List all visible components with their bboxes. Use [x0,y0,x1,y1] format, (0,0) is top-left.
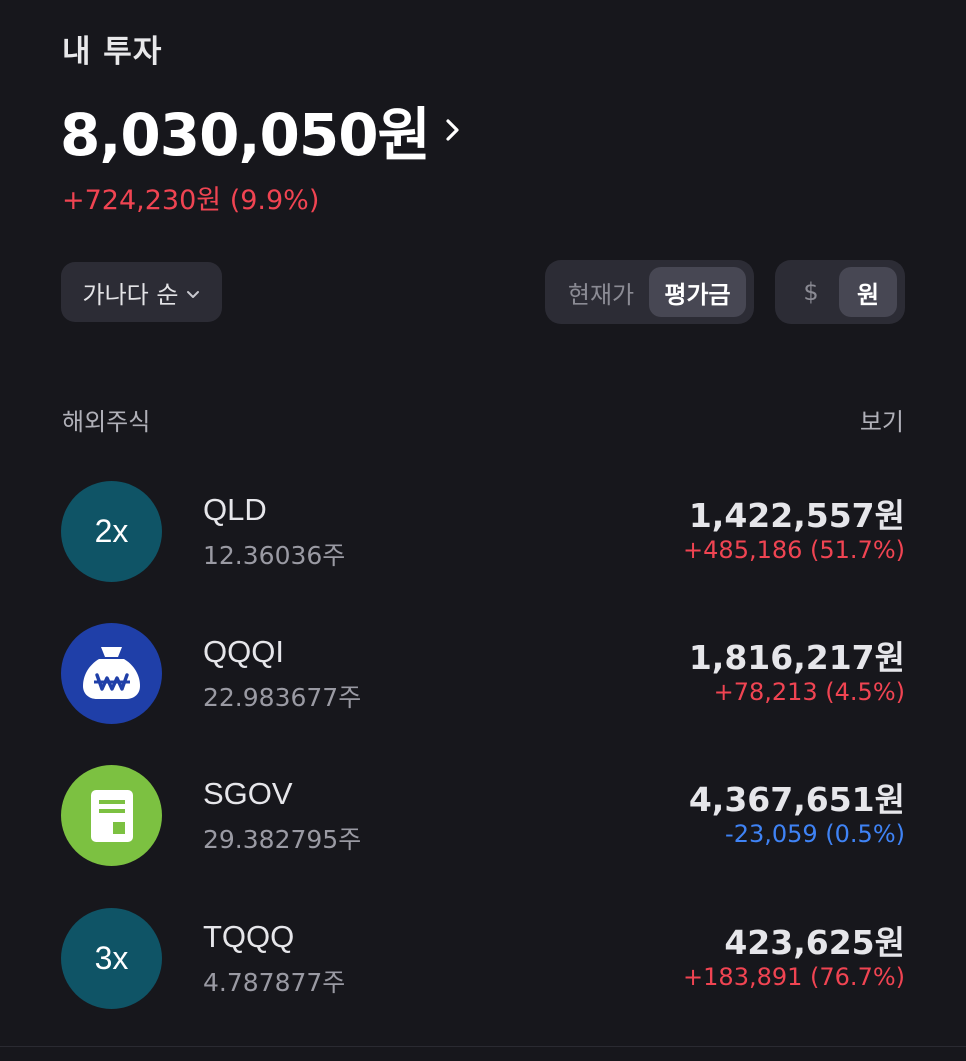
currency-option-usd[interactable]: $ [783,267,839,317]
holding-row-qld[interactable]: 2x QLD 12.36036주 1,422,557원 +485,186 (51… [0,476,966,586]
group-label-overseas-stocks: 해외주식 [62,408,151,436]
icon-label: 3x [94,940,129,976]
chevron-right-icon [446,116,466,144]
total-value: 8,030,050원 [60,101,431,169]
bond-document-icon [61,765,162,866]
holding-change: +183,891 (76.7%) [683,963,905,991]
holding-row-tqqq[interactable]: 3x TQQQ 4.787877주 423,625원 +183,891 (76.… [0,903,966,1013]
bottom-divider [0,1046,966,1047]
holding-value: 4,367,651원 [688,780,905,819]
my-investments-screen: 내 투자 8,030,050원 +724,230원 (9.9%) 가나다 순 현… [0,0,966,1061]
sort-dropdown-button[interactable]: 가나다 순 [61,262,222,322]
holding-quantity: 22.983677주 [203,683,362,712]
holding-change: -23,059 (0.5%) [725,820,905,848]
holding-name: SGOV [203,776,293,811]
chevron-down-icon [186,278,200,306]
holding-value: 1,422,557원 [688,496,905,535]
sort-label: 가나다 순 [82,280,179,309]
holding-change: +78,213 (4.5%) [713,678,905,706]
money-bag-won-icon [61,623,162,724]
holding-row-qqqi[interactable]: QQQI 22.983677주 1,816,217원 +78,213 (4.5%… [0,618,966,728]
holding-quantity: 4.787877주 [203,968,346,997]
total-change: +724,230원 (9.9%) [62,185,320,216]
holding-value: 1,816,217원 [688,638,905,677]
holding-name: QQQI [203,634,284,669]
icon-label: 2x [94,513,129,549]
section-title: 내 투자 [62,34,163,70]
holding-row-sgov[interactable]: SGOV 29.382795주 4,367,651원 -23,059 (0.5%… [0,760,966,870]
holding-name: TQQQ [203,919,295,954]
holding-value: 423,625원 [724,923,905,962]
holding-quantity: 29.382795주 [203,825,362,854]
view-more-link[interactable]: 보기 [860,402,904,437]
currency-toggle: $ 원 [775,260,905,324]
view-mode-toggle: 현재가 평가금 [545,260,754,324]
currency-option-krw[interactable]: 원 [839,267,897,317]
holding-change: +485,186 (51.7%) [683,536,905,564]
holding-name: QLD [203,492,267,527]
leverage-2x-icon: 2x [61,481,162,582]
leverage-3x-icon: 3x [61,908,162,1009]
view-option-current-price[interactable]: 현재가 [553,267,649,317]
holding-quantity: 12.36036주 [203,541,346,570]
total-value-link[interactable]: 8,030,050원 [60,88,466,172]
view-option-valuation[interactable]: 평가금 [649,267,746,317]
